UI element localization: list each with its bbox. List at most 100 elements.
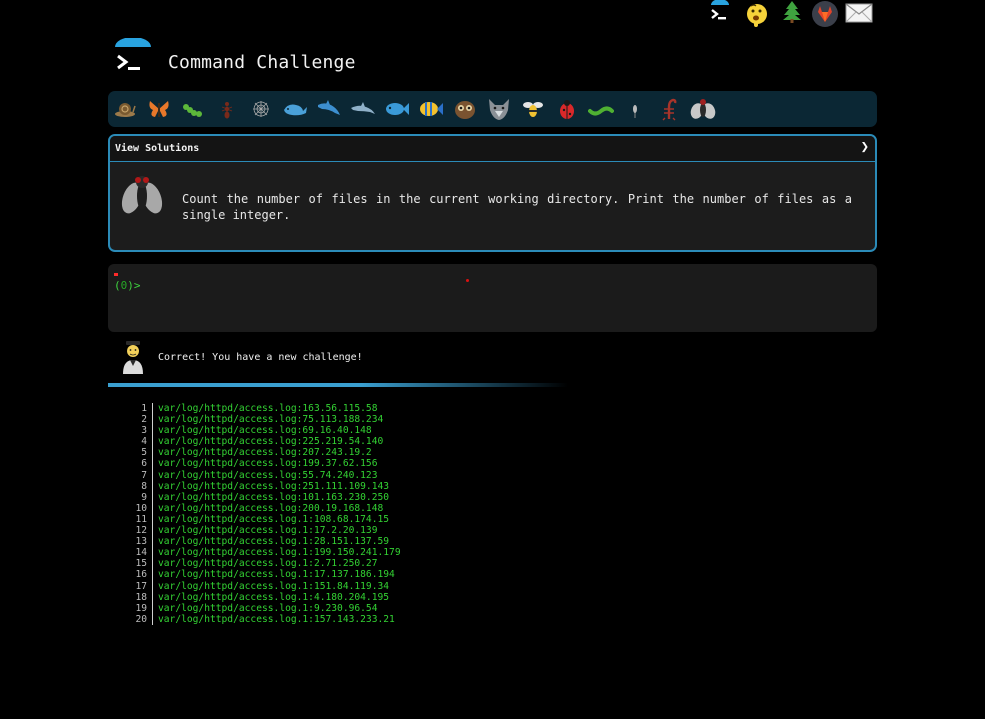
line-number: 4 [141, 436, 147, 448]
gitlab-link[interactable] [811, 0, 839, 28]
line-number: 5 [141, 447, 147, 459]
line-number: 16 [135, 569, 147, 581]
command-challenge-icon [711, 0, 729, 20]
line-text: var/log/httpd/access.log.1:108.68.174.15 [158, 513, 390, 525]
line-number: 15 [135, 558, 147, 570]
output-line: 12 var/log/httpd/access.log.1:17.2.20.139 [108, 525, 608, 537]
whale-icon [284, 104, 307, 116]
butterfly-icon [149, 101, 169, 117]
level-tropical-fish[interactable] [418, 96, 444, 122]
line-number: 11 [135, 513, 147, 525]
line-text: var/log/httpd/access.log:251.111.109.143 [158, 480, 390, 492]
ladybug-icon [560, 100, 574, 119]
level-fish[interactable] [384, 96, 410, 122]
line-text: var/log/httpd/access.log.1:2.71.250.27 [158, 558, 378, 570]
line-text: var/log/httpd/access.log.1:199.150.241.1… [158, 547, 401, 559]
emoji-face-link[interactable] [745, 1, 769, 29]
line-text: var/log/httpd/access.log:69.16.40.148 [158, 425, 372, 437]
page-title: Command Challenge [168, 52, 356, 73]
line-text: var/log/httpd/access.log:207.243.19.2 [158, 447, 372, 459]
level-fly[interactable] [690, 96, 716, 122]
scorpion-icon [662, 98, 677, 121]
line-number: 8 [141, 480, 147, 492]
line-text: var/log/httpd/access.log:101.163.230.250 [158, 491, 390, 503]
tree-icon [783, 1, 801, 23]
terminal-dot [466, 279, 469, 282]
line-text: var/log/httpd/access.log:163.56.115.58 [158, 403, 378, 414]
tree-link[interactable] [781, 0, 803, 24]
owl-icon [455, 101, 475, 119]
line-number: 19 [135, 602, 147, 614]
terminal[interactable]: (0)> [108, 264, 877, 332]
line-text: var/log/httpd/access.log.1:17.137.186.19… [158, 569, 395, 581]
wolf-icon [489, 99, 509, 120]
level-whale[interactable] [282, 96, 308, 122]
feedback-message: Correct! You have a new challenge! [158, 352, 363, 363]
line-number: 9 [141, 491, 147, 503]
output-line: 6 var/log/httpd/access.log:199.37.62.156 [108, 458, 608, 470]
output-line: 15 var/log/httpd/access.log.1:2.71.250.27 [108, 558, 608, 570]
challenge-fly-icon [121, 176, 163, 214]
output-line: 20 var/log/httpd/access.log.1:157.143.233… [108, 613, 608, 625]
tropical-fish-icon [420, 102, 443, 116]
level-ant[interactable] [214, 96, 240, 122]
line-text: var/log/httpd/access.log.1:157.143.233.2… [158, 613, 395, 625]
fish-icon [386, 103, 409, 115]
line-number: 17 [135, 580, 147, 592]
line-text: var/log/httpd/access.log:75.113.188.234 [158, 414, 384, 426]
terminal-cursor-marker [114, 273, 118, 276]
dolphin-icon [318, 100, 340, 115]
output-line: 5 var/log/httpd/access.log:207.243.19.2 [108, 447, 608, 459]
line-text: var/log/httpd/access.log.1:28.151.137.59 [158, 536, 390, 548]
line-text: var/log/httpd/access.log.1:17.2.20.139 [158, 525, 378, 537]
level-ladybug[interactable] [554, 96, 580, 122]
level-butterfly[interactable] [146, 96, 172, 122]
command-challenge-logo-icon [115, 38, 151, 70]
line-text: var/log/httpd/access.log:200.19.168.148 [158, 502, 384, 514]
line-number: 7 [141, 469, 147, 481]
output-line: 11 var/log/httpd/access.log.1:108.68.174.… [108, 513, 608, 526]
level-owl[interactable] [452, 96, 478, 122]
level-worm[interactable] [588, 96, 614, 122]
line-number: 2 [141, 414, 147, 426]
line-text: var/log/httpd/access.log.1:151.84.119.34 [158, 580, 390, 592]
terminal-prompt: (0)> [114, 279, 141, 292]
line-text: var/log/httpd/access.log.1:9.230.96.54 [158, 602, 378, 614]
line-number: 12 [135, 525, 147, 537]
mail-link[interactable] [845, 3, 873, 23]
prompt-suffix: )> [127, 279, 141, 292]
command-challenge-link[interactable] [707, 0, 733, 26]
level-scorpion[interactable] [656, 96, 682, 122]
output-line: 1 var/log/httpd/access.log:163.56.115.58 [108, 403, 608, 415]
output-line: 13 var/log/httpd/access.log.1:28.151.137.… [108, 536, 608, 548]
bee-icon [523, 102, 543, 117]
line-number: 10 [135, 502, 147, 514]
line-text: var/log/httpd/access.log.1:4.180.204.195 [158, 591, 390, 603]
line-number: 20 [135, 613, 147, 625]
snail-icon [115, 103, 136, 117]
level-dolphin-2[interactable] [350, 96, 376, 122]
level-caterpillar[interactable] [180, 96, 206, 122]
gitlab-icon [812, 1, 838, 27]
spiderweb-icon [253, 101, 269, 117]
line-number: 14 [135, 547, 147, 559]
level-mosquito[interactable] [622, 96, 648, 122]
dolphin-2-icon [351, 102, 375, 114]
level-wolf[interactable] [486, 96, 512, 122]
line-number: 1 [141, 403, 147, 414]
level-bee[interactable] [520, 96, 546, 122]
output-line: 17 var/log/httpd/access.log.1:151.84.119.… [108, 580, 608, 592]
header-links [707, 0, 877, 30]
mail-icon [845, 3, 873, 23]
line-number: 6 [141, 458, 147, 470]
output-line: 16 var/log/httpd/access.log.1:17.137.186.… [108, 569, 608, 581]
person-avatar-icon [123, 341, 143, 374]
level-snail[interactable] [112, 96, 138, 122]
view-solutions-toggle[interactable]: View Solutions ❯ [110, 136, 875, 162]
level-selector [108, 91, 877, 127]
level-dolphin[interactable] [316, 96, 342, 122]
output-line: 9 var/log/httpd/access.log:101.163.230.25… [108, 491, 608, 503]
line-text: var/log/httpd/access.log:199.37.62.156 [158, 458, 378, 470]
line-number: 13 [135, 536, 147, 548]
level-spiderweb[interactable] [248, 96, 274, 122]
